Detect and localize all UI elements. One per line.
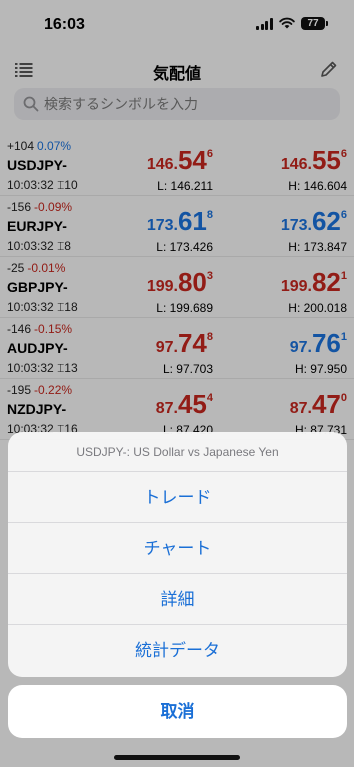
action-statistics[interactable]: 統計データ <box>8 625 347 676</box>
action-details[interactable]: 詳細 <box>8 574 347 625</box>
cancel-button[interactable]: 取消 <box>8 685 347 738</box>
home-indicator[interactable] <box>114 755 240 760</box>
action-sheet: USDJPY-: US Dollar vs Japanese Yen トレード … <box>8 432 347 677</box>
action-trade[interactable]: トレード <box>8 472 347 523</box>
action-chart[interactable]: チャート <box>8 523 347 574</box>
action-sheet-title: USDJPY-: US Dollar vs Japanese Yen <box>8 432 347 472</box>
